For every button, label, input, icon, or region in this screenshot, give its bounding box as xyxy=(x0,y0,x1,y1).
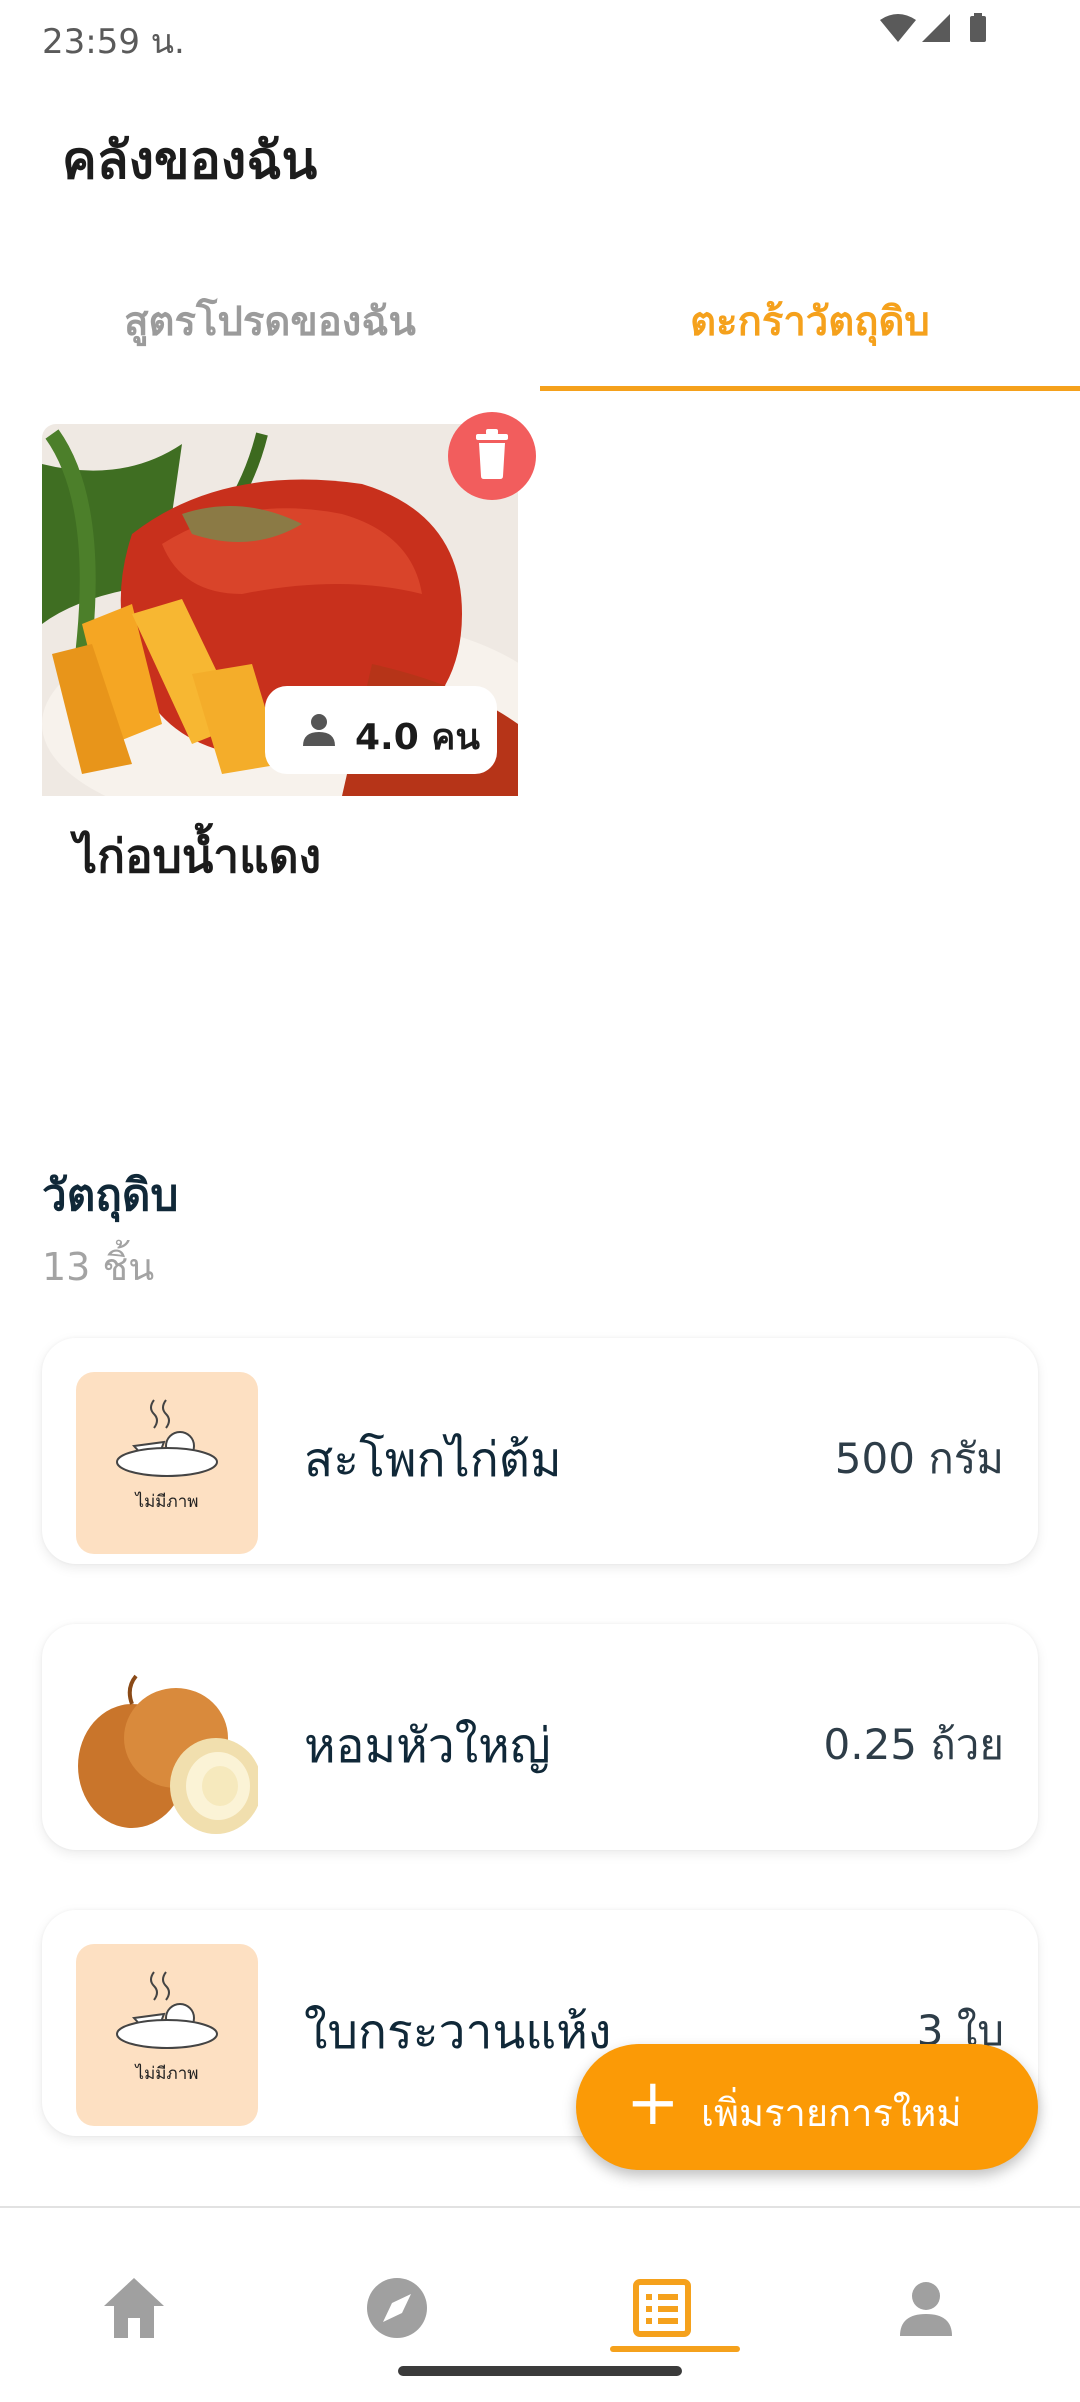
signal-icon xyxy=(922,14,950,42)
ingredient-quantity: 0.25 ถ้วย xyxy=(823,1720,1005,1769)
food-placeholder-icon xyxy=(116,1399,218,1477)
add-new-item-button[interactable]: + เพิ่มรายการใหม่ xyxy=(576,2044,1038,2170)
food-placeholder-icon xyxy=(116,1971,218,2049)
no-image-caption: ไม่มีภาพ xyxy=(135,2064,199,2084)
tab-ingredient-basket[interactable]: ตะกร้าวัตถุดิบ xyxy=(540,292,1080,392)
battery-icon xyxy=(970,16,986,42)
nav-profile[interactable] xyxy=(876,2258,976,2358)
ingredient-row[interactable]: หอมหัวใหญ่ 0.25 ถ้วย xyxy=(42,1624,1038,1850)
servings-chip: 4.0 คน xyxy=(265,686,497,774)
ingredient-row[interactable]: ไม่มีภาพ สะโพกไก่ต้ม 500 กรัม xyxy=(42,1338,1038,1564)
ingredient-name: หอมหัวใหญ่ xyxy=(304,1718,551,1774)
add-new-item-label: เพิ่มรายการใหม่ xyxy=(701,2091,962,2135)
nav-explore[interactable] xyxy=(347,2258,447,2358)
plus-icon: + xyxy=(626,2066,680,2140)
status-icons xyxy=(880,12,1020,52)
list-icon xyxy=(633,2279,691,2337)
delete-button[interactable] xyxy=(448,412,536,500)
ingredient-placeholder-image: ไม่มีภาพ xyxy=(76,1944,258,2126)
nav-active-indicator xyxy=(610,2346,740,2352)
ingredients-heading: วัตถุดิบ xyxy=(42,1170,179,1221)
nav-home[interactable] xyxy=(84,2258,184,2358)
person-icon xyxy=(303,714,335,746)
tab-favorite-recipes[interactable]: สูตรโปรดของฉัน xyxy=(0,292,540,392)
person-icon xyxy=(900,2282,952,2336)
ingredients-count: 13 ชิ้น xyxy=(42,1245,155,1289)
ingredient-placeholder-image: ไม่มีภาพ xyxy=(76,1372,258,1554)
nav-basket[interactable] xyxy=(612,2258,712,2358)
trash-icon xyxy=(476,429,508,479)
compass-icon xyxy=(367,2278,427,2338)
ingredient-image-onion xyxy=(76,1658,258,1840)
status-time: 23:59 น. xyxy=(42,22,185,62)
no-image-caption: ไม่มีภาพ xyxy=(135,1492,199,1512)
wifi-icon xyxy=(880,14,916,42)
tab-indicator xyxy=(540,386,1080,391)
servings-label: 4.0 คน xyxy=(355,717,480,758)
page-title: คลังของฉัน xyxy=(62,131,318,191)
home-icon xyxy=(104,2278,164,2338)
ingredient-name: สะโพกไก่ต้ม xyxy=(304,1432,562,1488)
gesture-home-bar[interactable] xyxy=(398,2366,682,2376)
ingredient-name: ใบกระวานแห้ง xyxy=(304,2004,612,2060)
recipe-name: ไก่อบน้ำแดง xyxy=(74,829,322,883)
ingredient-quantity: 500 กรัม xyxy=(834,1434,1004,1483)
